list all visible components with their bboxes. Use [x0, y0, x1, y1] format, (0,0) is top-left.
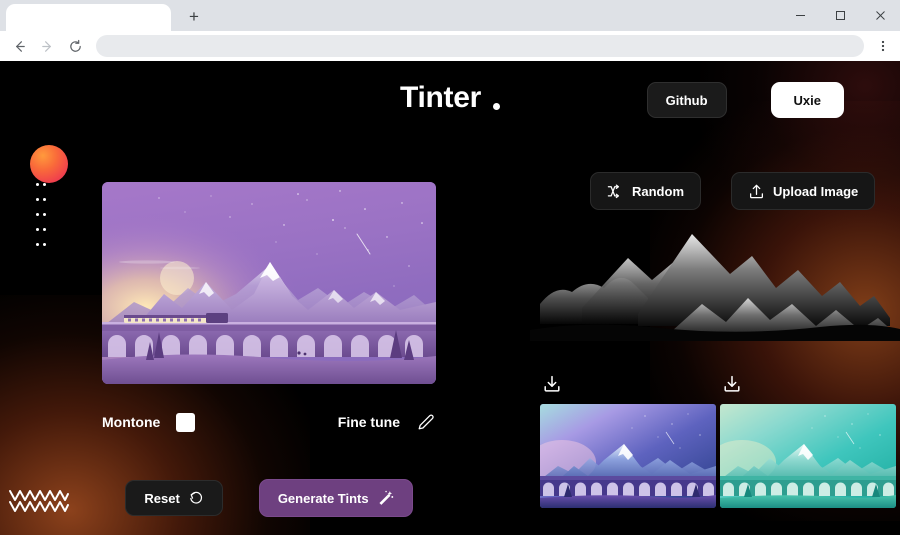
fine-tune-control[interactable]: Fine tune	[338, 412, 436, 432]
pencil-icon[interactable]	[416, 412, 436, 432]
montone-control[interactable]: Montone	[102, 412, 196, 432]
upload-icon	[750, 184, 763, 198]
tint-result-item	[540, 374, 716, 508]
plus-icon: +	[189, 6, 199, 26]
forward-arrow-icon	[41, 40, 51, 52]
browser-window: + Tinter Github Uxie Montone Fine tune R…	[0, 0, 900, 535]
reset-button[interactable]: Reset	[125, 480, 223, 516]
fine-tune-label: Fine tune	[337, 414, 400, 430]
gradient-orb-logo	[30, 145, 68, 183]
forward-button[interactable]	[34, 33, 60, 59]
reload-icon	[69, 39, 81, 52]
address-bar[interactable]	[96, 35, 864, 57]
back-arrow-icon	[15, 40, 25, 52]
tint-thumb-artwork-teal	[720, 404, 896, 508]
back-button[interactable]	[6, 33, 32, 59]
montone-label: Montone	[102, 414, 161, 430]
reset-button-label: Reset	[144, 490, 180, 506]
close-icon	[875, 11, 885, 20]
minimize-icon	[795, 15, 805, 16]
maximize-button[interactable]	[820, 0, 860, 31]
montone-color-swatch[interactable]	[176, 412, 196, 432]
tint-results-list	[540, 374, 896, 508]
random-button-label: Random	[632, 183, 684, 199]
left-panel: Montone Fine tune Reset Generate Tints	[102, 182, 436, 517]
browser-menu-button[interactable]	[872, 33, 894, 59]
app-title-text: Tinter	[400, 81, 481, 114]
app-viewport: Tinter Github Uxie Montone Fine tune Res…	[0, 61, 900, 535]
right-panel: Random Upload Image	[470, 61, 900, 535]
shuffle-icon	[607, 184, 620, 198]
magic-wand-icon	[379, 490, 393, 505]
browser-tab[interactable]	[6, 4, 171, 31]
random-button[interactable]: Random	[590, 172, 701, 210]
mountain-silhouette-art	[530, 234, 900, 341]
generate-tints-button[interactable]: Generate Tints	[258, 479, 413, 517]
tint-result-thumbnail[interactable]	[540, 404, 716, 508]
reset-arrow-icon	[190, 491, 202, 504]
tint-controls-row: Montone Fine tune	[102, 412, 436, 432]
maximize-icon	[835, 11, 845, 20]
reload-button[interactable]	[62, 33, 88, 59]
preview-artwork	[102, 182, 436, 384]
tint-result-thumbnail[interactable]	[720, 404, 896, 508]
tint-thumb-artwork-blue	[540, 404, 716, 508]
minimize-button[interactable]	[780, 0, 820, 31]
action-buttons-row: Reset Generate Tints	[102, 479, 436, 517]
upload-image-label: Upload Image	[773, 183, 859, 199]
source-image-preview[interactable]	[102, 182, 436, 384]
new-tab-button[interactable]: +	[181, 3, 207, 29]
tab-strip: +	[0, 0, 900, 31]
browser-toolbar	[0, 31, 900, 61]
generate-tints-label: Generate Tints	[277, 490, 369, 506]
upload-image-button[interactable]: Upload Image	[731, 172, 876, 210]
download-icon[interactable]	[722, 374, 742, 394]
window-controls	[780, 0, 900, 31]
tint-result-item	[720, 374, 896, 508]
mountain-range-silhouette	[530, 226, 900, 341]
close-button[interactable]	[860, 0, 900, 31]
download-icon[interactable]	[542, 374, 562, 394]
kebab-menu-icon	[881, 40, 885, 52]
zigzag-wave-decoration	[9, 490, 69, 512]
image-source-actions: Random Upload Image	[590, 172, 876, 210]
